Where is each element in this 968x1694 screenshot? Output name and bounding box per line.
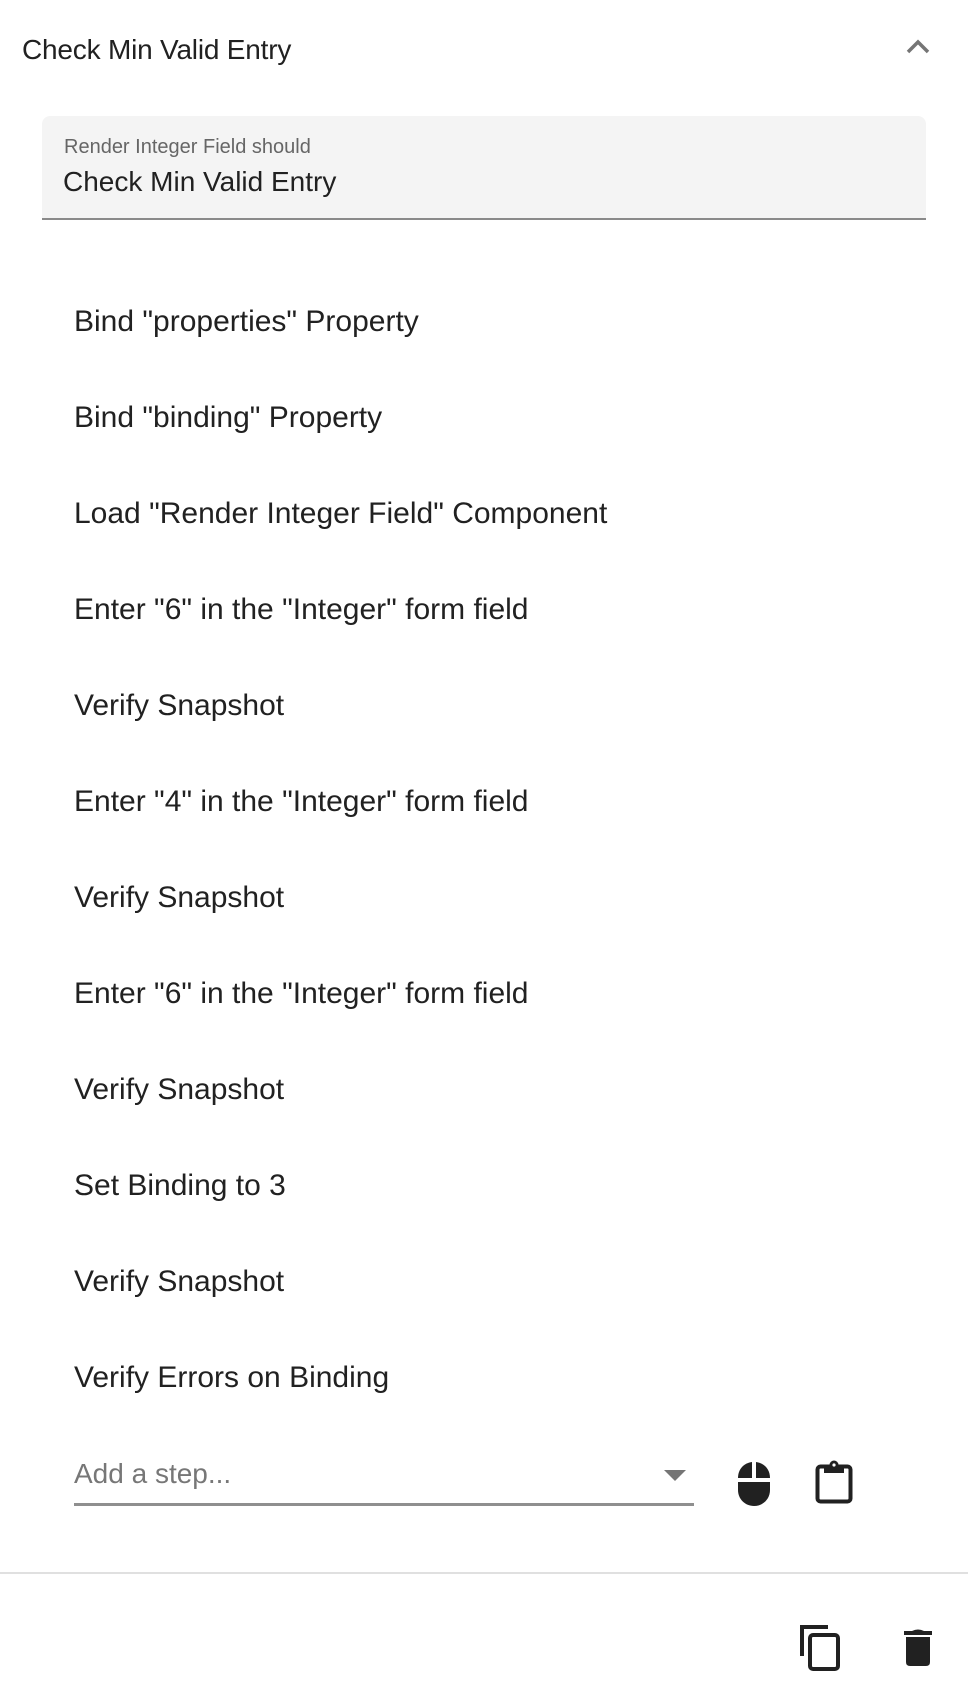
- delete-test-button[interactable]: [892, 1622, 944, 1674]
- test-header[interactable]: Check Min Valid Entry: [0, 0, 968, 104]
- step-item[interactable]: Bind "binding" Property: [0, 370, 968, 466]
- collapse-button[interactable]: [898, 30, 938, 64]
- step-item[interactable]: Verify Snapshot: [0, 658, 968, 754]
- test-title: Check Min Valid Entry: [22, 34, 292, 65]
- chevron-up-icon: [906, 39, 930, 54]
- mouse-icon: [738, 1462, 770, 1506]
- step-item[interactable]: Set Binding to 3: [0, 1138, 968, 1234]
- step-item[interactable]: Verify Snapshot: [0, 850, 968, 946]
- test-name-label: Render Integer Field should: [64, 136, 311, 158]
- step-item[interactable]: Verify Snapshot: [0, 1042, 968, 1138]
- test-name-input[interactable]: [63, 166, 883, 198]
- record-mouse-button[interactable]: [728, 1458, 780, 1510]
- step-item[interactable]: Verify Errors on Binding: [0, 1330, 968, 1426]
- arrow-drop-down-icon[interactable]: [664, 1470, 686, 1481]
- add-step-combobox[interactable]: [74, 1448, 694, 1506]
- trash-icon: [904, 1629, 932, 1666]
- step-item[interactable]: Enter "6" in the "Integer" form field: [0, 562, 968, 658]
- paste-steps-button[interactable]: [808, 1456, 860, 1508]
- duplicate-test-button[interactable]: [794, 1620, 846, 1676]
- step-item[interactable]: Bind "properties" Property: [0, 274, 968, 370]
- step-list: Bind "properties" Property Bind "binding…: [0, 274, 968, 1426]
- step-item[interactable]: Enter "4" in the "Integer" form field: [0, 754, 968, 850]
- section-divider: [0, 1572, 968, 1574]
- clipboard-icon: [815, 1460, 853, 1504]
- copy-icon: [800, 1625, 840, 1671]
- step-item[interactable]: Enter "6" in the "Integer" form field: [0, 946, 968, 1042]
- test-name-field[interactable]: Render Integer Field should: [42, 116, 926, 220]
- add-step-input[interactable]: [74, 1454, 634, 1494]
- step-item[interactable]: Verify Snapshot: [0, 1234, 968, 1330]
- step-item[interactable]: Load "Render Integer Field" Component: [0, 466, 968, 562]
